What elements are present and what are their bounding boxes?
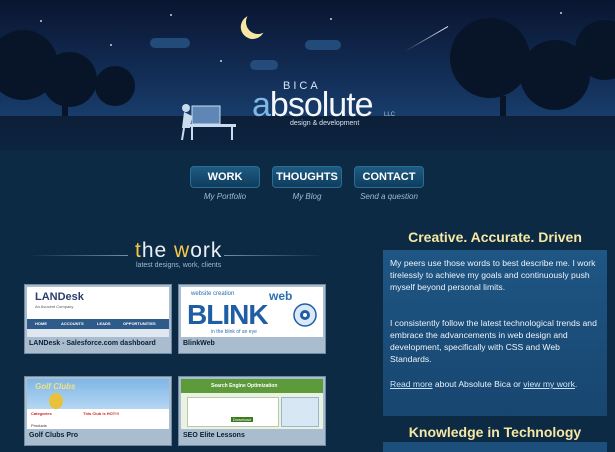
nav-thoughts-button[interactable]: THOUGHTS	[272, 166, 342, 188]
portfolio-screenshot: website creation web BLINK in the blink …	[181, 287, 323, 337]
title-part: ork	[190, 239, 223, 262]
eye-icon	[293, 303, 317, 327]
portfolio-item-landesk[interactable]: LANDesk An Avocent Company HOME ACCOUNTS…	[24, 284, 172, 354]
cloud	[150, 38, 190, 48]
section-subtitle-work: latest designs, work, clients	[136, 262, 222, 269]
nav-item-work[interactable]: WORK My Portfolio	[190, 166, 260, 201]
blink-web: web	[269, 289, 293, 303]
tree	[95, 66, 135, 106]
blink-line3: in the blink of an eye	[211, 329, 257, 335]
nav-work-button[interactable]: WORK	[190, 166, 260, 188]
star	[170, 14, 172, 16]
golf-products: Products	[31, 423, 47, 428]
portfolio-screenshot: Golf Clubs Categories This Club is HOT!!…	[27, 379, 169, 429]
title-part: t	[135, 239, 142, 262]
logo-letter-a: a	[252, 86, 271, 124]
portfolio-item-seo[interactable]: Search Engine Optimization Download SEO …	[178, 376, 326, 446]
logo-word: bsolute	[269, 86, 374, 124]
sidebar-title: Creative. Accurate. Driven	[408, 229, 582, 245]
cloud	[250, 60, 278, 70]
portfolio-caption[interactable]: Golf Clubs Pro	[29, 432, 78, 439]
title-part: he	[141, 239, 175, 262]
nav-item-thoughts[interactable]: THOUGHTS My Blog	[272, 166, 342, 201]
sidebar-paragraph: I consistently follow the latest technol…	[390, 318, 597, 364]
portfolio-item-blinkweb[interactable]: website creation web BLINK in the blink …	[178, 284, 326, 354]
star	[110, 44, 112, 46]
header-banner: BICA absolute LLC design & development	[0, 0, 615, 150]
sidebar-paragraph: My peers use those words to best describ…	[390, 258, 596, 292]
sidebar-paragraph: Read more about Absolute Bica or view my…	[390, 378, 600, 390]
sidebar-text: about Absolute Bica or	[432, 379, 524, 389]
nav-work-sub[interactable]: My Portfolio	[190, 192, 260, 201]
logo[interactable]: absolute	[252, 86, 374, 124]
landesk-tab: LEADS	[97, 321, 111, 326]
section-title-work: the work	[135, 240, 222, 262]
sidebar-box: My peers use those words to best describ…	[383, 250, 607, 416]
star	[560, 12, 562, 14]
landesk-logo-sub: An Avocent Company	[35, 304, 74, 309]
blink-line1: website creation	[191, 291, 235, 297]
blink-big: BLINK	[187, 299, 269, 330]
portfolio-caption[interactable]: SEO Elite Lessons	[183, 432, 245, 439]
nav-contact-button[interactable]: CONTACT	[354, 166, 424, 188]
star	[220, 60, 222, 62]
golf-hot: This Club is HOT!!!	[83, 411, 120, 416]
tree	[450, 18, 530, 98]
nav-item-contact[interactable]: CONTACT Send a question	[354, 166, 424, 201]
title-part: w	[174, 239, 191, 262]
moon-icon	[244, 8, 272, 36]
landesk-tab: ACCOUNTS	[61, 321, 84, 326]
portfolio-screenshot: LANDesk An Avocent Company HOME ACCOUNTS…	[27, 287, 169, 337]
person-at-desk-icon	[181, 104, 236, 140]
nav-contact-sub[interactable]: Send a question	[354, 192, 424, 201]
portfolio-caption[interactable]: LANDesk - Salesforce.com dashboard	[29, 340, 156, 347]
cloud	[305, 40, 341, 50]
shooting-star-icon	[404, 26, 449, 52]
golf-categories: Categories	[31, 411, 52, 416]
divider	[28, 255, 128, 256]
landesk-logo: LANDesk	[35, 291, 84, 303]
golf-logo: Golf Clubs	[35, 382, 76, 391]
view-my-work-link[interactable]: view my work	[523, 379, 575, 389]
sidebar-box-knowledge	[383, 442, 607, 452]
divider	[224, 255, 324, 256]
landesk-tab: OPPORTUNITIES	[123, 321, 156, 326]
star	[330, 18, 332, 20]
sidebar-title-knowledge: Knowledge in Technology	[408, 424, 582, 440]
read-more-link[interactable]: Read more	[390, 379, 433, 389]
star	[40, 20, 42, 22]
portfolio-item-golf[interactable]: Golf Clubs Categories This Club is HOT!!…	[24, 376, 172, 446]
seo-download: Download	[231, 417, 253, 422]
sidebar-text: .	[574, 379, 578, 389]
landesk-tab: HOME	[35, 321, 47, 326]
portfolio-screenshot: Search Engine Optimization Download	[181, 379, 323, 429]
nav-thoughts-sub[interactable]: My Blog	[272, 192, 342, 201]
portfolio-caption[interactable]: BlinkWeb	[183, 340, 215, 347]
tree	[42, 52, 97, 107]
logo-llc: LLC	[384, 112, 396, 118]
seo-header: Search Engine Optimization	[211, 383, 278, 389]
logo-tagline: design & development	[290, 120, 360, 127]
